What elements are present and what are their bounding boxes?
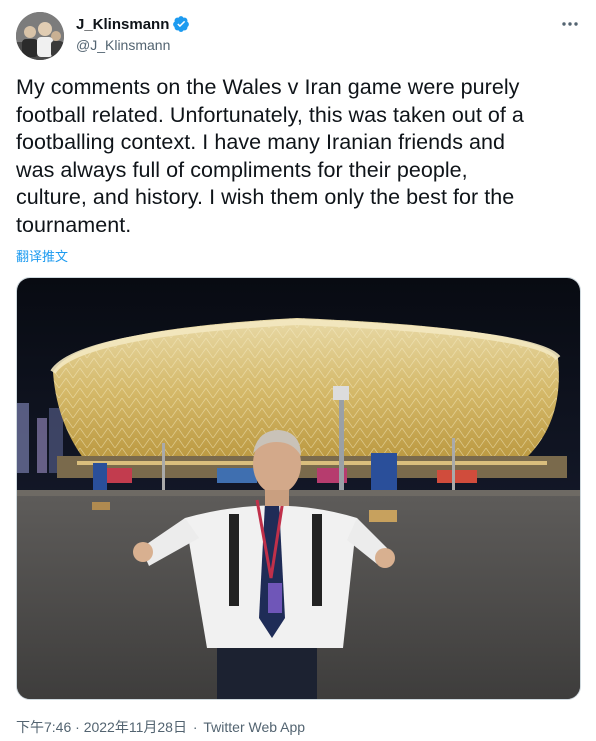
verified-badge-icon <box>172 15 190 33</box>
user-handle[interactable]: @J_Klinsmann <box>76 37 170 53</box>
tweet-footer: 下午7:46 · 2022年11月28日 · Twitter Web App <box>16 717 305 737</box>
display-name[interactable]: J_Klinsmann <box>76 16 169 33</box>
tweet-photo[interactable] <box>16 277 581 700</box>
source-app[interactable]: Twitter Web App <box>203 719 305 735</box>
tweet-card: J_Klinsmann @J_Klinsmann My comments on … <box>0 0 596 741</box>
tweet-text: My comments on the Wales v Iran game wer… <box>16 75 524 237</box>
footer-separator: · <box>192 719 198 735</box>
translate-tweet-link[interactable]: 翻译推文 <box>16 246 68 265</box>
name-row: J_Klinsmann <box>76 15 190 33</box>
timestamp[interactable]: 下午7:46 · 2022年11月28日 <box>16 719 187 735</box>
more-options-icon[interactable] <box>560 14 580 34</box>
avatar[interactable] <box>16 12 64 60</box>
